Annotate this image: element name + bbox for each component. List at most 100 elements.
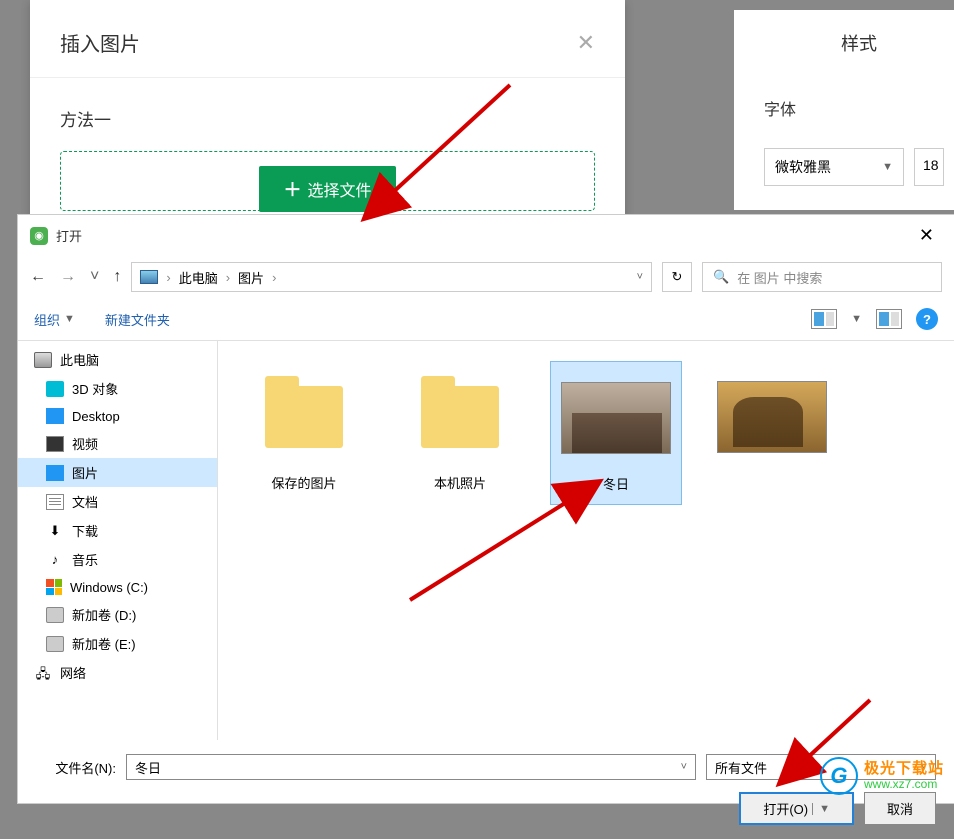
help-icon[interactable]: ? — [916, 308, 938, 330]
windows-icon — [46, 579, 62, 595]
filename-input[interactable]: 冬日˅ — [126, 754, 696, 780]
file-label: 本机照片 — [434, 473, 486, 492]
file-label: 冬日 — [603, 474, 629, 493]
nav-back-icon[interactable]: ← — [30, 268, 46, 286]
organize-button[interactable]: 组织▼ — [34, 310, 75, 329]
select-file-area[interactable]: ＋ 选择文件 — [60, 151, 595, 211]
modal-title: 插入图片 — [60, 28, 140, 57]
folder-icon — [421, 386, 499, 448]
tree-item-label: 此电脑 — [60, 350, 99, 369]
tree-item-label: 视频 — [72, 434, 98, 453]
chevron-down-icon[interactable]: ˅ — [681, 761, 687, 773]
drive-icon — [46, 636, 64, 652]
path-root[interactable]: 此电脑 — [179, 268, 218, 287]
font-size-select[interactable]: 18 — [914, 148, 944, 186]
nav-bar: ← → ˅ ↑ › 此电脑 › 图片 › ˅ ↻ 🔍 在 图片 中搜索 — [18, 256, 954, 298]
tree-item-音乐[interactable]: ♪ 音乐 — [18, 545, 217, 574]
file-item[interactable]: 冬日 — [550, 361, 682, 505]
tree-item-label: 新加卷 (E:) — [72, 634, 136, 653]
pics-icon — [46, 465, 64, 481]
path-bar[interactable]: › 此电脑 › 图片 › ˅ — [131, 262, 652, 292]
font-row: 微软雅黑▼ 18 — [764, 148, 954, 186]
watermark-cn: 极光下载站 — [864, 761, 944, 778]
insert-image-modal: 插入图片 ✕ 方法一 ＋ 选择文件 — [30, 0, 625, 220]
path-sep-icon: › — [272, 270, 276, 285]
path-folder[interactable]: 图片 — [238, 268, 264, 287]
tree-item-label: 文档 — [72, 492, 98, 511]
cancel-button[interactable]: 取消 — [864, 792, 936, 825]
net-icon: 🖧 — [34, 665, 52, 681]
docs-icon — [46, 494, 64, 510]
tree-item-label: 图片 — [72, 463, 98, 482]
file-list[interactable]: 保存的图片 本机照片 冬日 — [218, 341, 954, 740]
dialog-footer: 文件名(N): 冬日˅ 所有文件˅ 打开(O)▼ 取消 — [18, 740, 954, 839]
file-label: 保存的图片 — [271, 473, 336, 492]
pc-icon — [34, 352, 52, 368]
new-folder-button[interactable]: 新建文件夹 — [105, 310, 170, 329]
image-thumbnail — [561, 382, 671, 454]
modal-header: 插入图片 ✕ — [30, 0, 625, 78]
drive-icon — [46, 607, 64, 623]
file-label — [752, 473, 791, 492]
dialog-title: 打开 — [56, 226, 82, 245]
dialog-titlebar: ◉ 打开 ✕ — [18, 215, 954, 256]
path-sep-icon: › — [166, 270, 170, 285]
video-icon — [46, 436, 64, 452]
preview-pane-icon[interactable] — [876, 309, 902, 329]
tree-item-Desktop[interactable]: Desktop — [18, 403, 217, 429]
3d-icon — [46, 381, 64, 397]
watermark: G 极光下载站 www.xz7.com — [820, 757, 944, 795]
chevron-down-icon[interactable]: ▼ — [812, 803, 830, 815]
nav-up-icon[interactable]: ↑ — [113, 268, 121, 286]
watermark-logo: G — [820, 757, 858, 795]
tree-item-label: 网络 — [60, 663, 86, 682]
tree-item-label: Desktop — [72, 409, 120, 424]
tree-item-3D 对象[interactable]: 3D 对象 — [18, 374, 217, 403]
select-file-button[interactable]: ＋ 选择文件 — [259, 166, 395, 212]
style-panel-title: 样式 — [764, 30, 954, 56]
dialog-close-icon[interactable]: ✕ — [911, 223, 942, 248]
dialog-body: 此电脑 3D 对象 Desktop 视频图片文档 ⬇ 下载 ♪ 音乐 Windows (C:) 新… — [18, 340, 954, 740]
refresh-button[interactable]: ↻ — [662, 262, 692, 292]
download-icon: ⬇ — [46, 523, 64, 539]
file-item[interactable] — [706, 361, 838, 505]
tree-item-网络[interactable]: 🖧 网络 — [18, 658, 217, 687]
style-panel: 样式 字体 微软雅黑▼ 18 — [734, 10, 954, 210]
search-input[interactable]: 🔍 在 图片 中搜索 — [702, 262, 942, 292]
filename-label: 文件名(N): — [36, 758, 116, 777]
open-button[interactable]: 打开(O)▼ — [739, 792, 854, 825]
folder-icon — [265, 386, 343, 448]
close-icon[interactable]: ✕ — [577, 30, 595, 56]
nav-forward-icon[interactable]: → — [60, 268, 76, 286]
plus-icon: ＋ — [283, 176, 301, 202]
tree-item-label: Windows (C:) — [70, 580, 148, 595]
tree-item-Windows (C:)[interactable]: Windows (C:) — [18, 574, 217, 600]
select-file-label: 选择文件 — [307, 177, 371, 201]
file-open-dialog: ◉ 打开 ✕ ← → ˅ ↑ › 此电脑 › 图片 › ˅ ↻ 🔍 在 图片 中… — [18, 215, 954, 803]
tree-item-label: 音乐 — [72, 550, 98, 569]
tree-item-文档[interactable]: 文档 — [18, 487, 217, 516]
tree-item-label: 下载 — [72, 521, 98, 540]
chevron-down-icon[interactable]: ˅ — [637, 271, 643, 283]
tree-item-下载[interactable]: ⬇ 下载 — [18, 516, 217, 545]
folder-tree[interactable]: 此电脑 3D 对象 Desktop 视频图片文档 ⬇ 下载 ♪ 音乐 Windows (C:) 新… — [18, 341, 218, 740]
tree-item-此电脑[interactable]: 此电脑 — [18, 345, 217, 374]
file-item[interactable]: 保存的图片 — [238, 361, 370, 505]
desktop-icon — [46, 408, 64, 424]
tree-item-新加卷 (E:)[interactable]: 新加卷 (E:) — [18, 629, 217, 658]
image-thumbnail — [717, 381, 827, 453]
chevron-down-icon: ▼ — [64, 313, 75, 325]
nav-recent-icon[interactable]: ˅ — [90, 268, 99, 286]
chevron-down-icon[interactable]: ▼ — [851, 313, 862, 325]
view-mode-icon[interactable] — [811, 309, 837, 329]
tree-item-图片[interactable]: 图片 — [18, 458, 217, 487]
path-sep-icon: › — [226, 270, 230, 285]
tree-item-新加卷 (D:)[interactable]: 新加卷 (D:) — [18, 600, 217, 629]
music-icon: ♪ — [46, 552, 64, 568]
toolbar: 组织▼ 新建文件夹 ▼ ? — [18, 298, 954, 340]
tree-item-label: 新加卷 (D:) — [72, 605, 136, 624]
search-icon: 🔍 — [713, 269, 729, 285]
file-item[interactable]: 本机照片 — [394, 361, 526, 505]
tree-item-视频[interactable]: 视频 — [18, 429, 217, 458]
font-family-select[interactable]: 微软雅黑▼ — [764, 148, 904, 186]
